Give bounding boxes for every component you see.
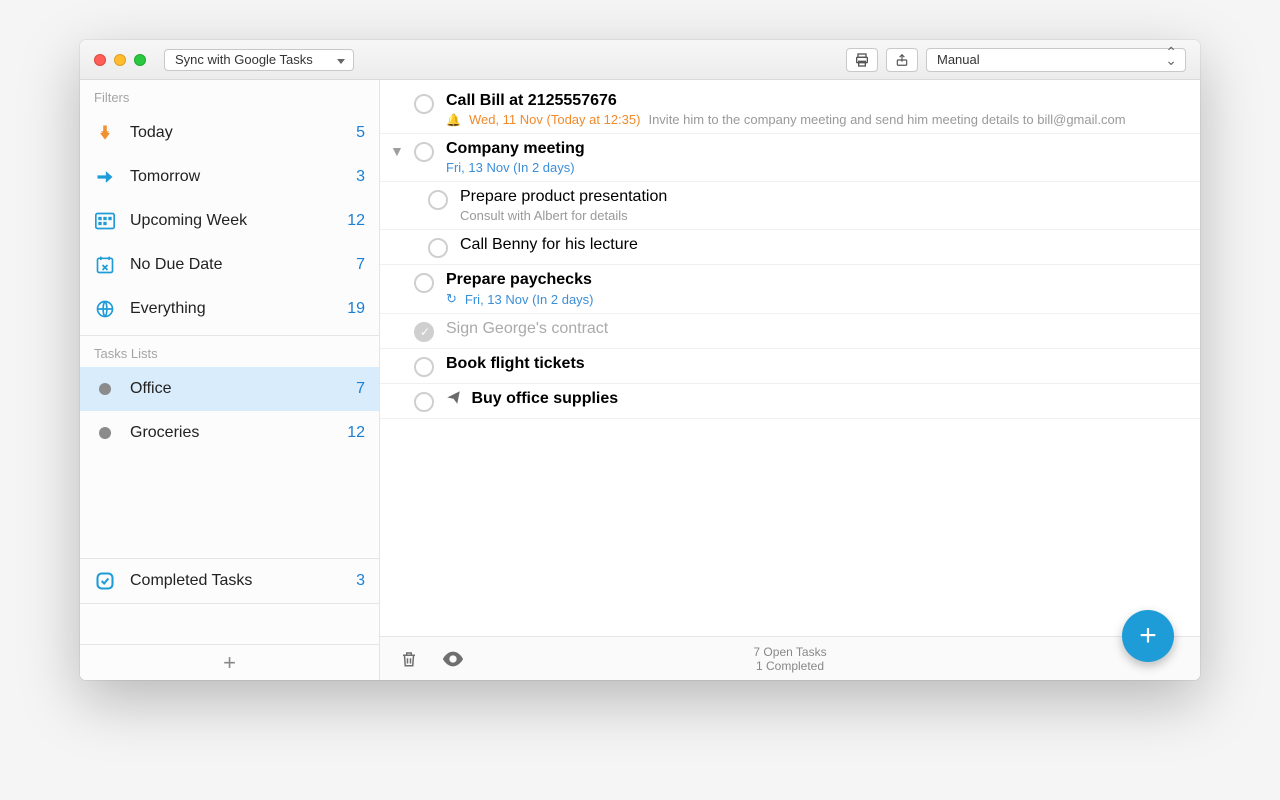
arrow-down-icon — [94, 122, 116, 144]
list-office[interactable]: Office 7 — [80, 367, 379, 411]
lists-header: Tasks Lists — [80, 336, 379, 367]
filter-today[interactable]: Today 5 — [80, 111, 379, 155]
bell-icon: 🔔 — [446, 113, 461, 127]
trash-icon — [400, 649, 418, 669]
task-checkbox[interactable] — [428, 190, 448, 210]
status-summary: 7 Open Tasks 1 Completed — [753, 645, 826, 673]
completed-count: 3 — [356, 572, 365, 590]
task-title: Prepare paychecks — [446, 271, 1184, 289]
subtask-row[interactable]: Prepare product presentation Consult wit… — [380, 182, 1200, 230]
filters-header: Filters — [80, 80, 379, 111]
sidebar: Filters Today 5 Tomorrow 3 Upcoming — [80, 80, 380, 680]
repeat-icon: ↻ — [446, 291, 457, 307]
filter-upcoming-week[interactable]: Upcoming Week 12 — [80, 199, 379, 243]
task-checkbox[interactable] — [414, 357, 434, 377]
filter-count: 3 — [356, 168, 365, 186]
list-count: 7 — [356, 380, 365, 398]
completed-tasks-count: 1 Completed — [753, 659, 826, 673]
calendar-x-icon — [94, 254, 116, 276]
subtask-row[interactable]: Call Benny for his lecture — [380, 230, 1200, 265]
task-date: Wed, 11 Nov (Today at 12:35) — [469, 112, 641, 127]
task-checkbox[interactable] — [414, 273, 434, 293]
task-title: Call Benny for his lecture — [460, 236, 1184, 254]
task-row[interactable]: ▼ Company meeting Fri, 13 Nov (In 2 days… — [380, 134, 1200, 182]
add-task-button[interactable]: + — [1122, 610, 1174, 662]
zoom-window-button[interactable] — [134, 54, 146, 66]
sync-dropdown-label: Sync with Google Tasks — [175, 52, 313, 67]
minimize-window-button[interactable] — [114, 54, 126, 66]
check-box-icon — [94, 570, 116, 592]
sort-dropdown[interactable]: Manual — [926, 48, 1186, 72]
filter-tomorrow[interactable]: Tomorrow 3 — [80, 155, 379, 199]
dot-icon — [94, 378, 116, 400]
add-list-button[interactable]: + — [80, 644, 379, 680]
filter-count: 19 — [347, 300, 365, 318]
open-tasks-count: 7 Open Tasks — [753, 645, 826, 659]
week-icon — [94, 210, 116, 232]
list-count: 12 — [347, 424, 365, 442]
printer-icon — [854, 52, 870, 68]
trash-button[interactable] — [400, 649, 418, 669]
globe-icon — [94, 298, 116, 320]
disclosure-icon[interactable]: ▼ — [390, 143, 408, 175]
filter-everything[interactable]: Everything 19 — [80, 287, 379, 331]
filter-label: Tomorrow — [130, 168, 200, 186]
filter-label: Upcoming Week — [130, 212, 247, 230]
task-note: Consult with Albert for details — [460, 208, 628, 223]
completed-label: Completed Tasks — [130, 572, 252, 590]
task-list: Call Bill at 2125557676 🔔 Wed, 11 Nov (T… — [380, 80, 1200, 636]
main-pane: Call Bill at 2125557676 🔔 Wed, 11 Nov (T… — [380, 80, 1200, 680]
plus-icon: + — [1139, 619, 1157, 653]
paper-plane-icon — [446, 390, 465, 407]
filter-count: 12 — [347, 212, 365, 230]
filter-label: Today — [130, 124, 173, 142]
task-checkbox[interactable] — [428, 238, 448, 258]
task-row[interactable]: Call Bill at 2125557676 🔔 Wed, 11 Nov (T… — [380, 86, 1200, 134]
task-title: Buy office supplies — [446, 390, 1184, 408]
share-button[interactable] — [886, 48, 918, 72]
sort-dropdown-label: Manual — [937, 52, 980, 67]
filter-count: 7 — [356, 256, 365, 274]
list-groceries[interactable]: Groceries 12 — [80, 411, 379, 455]
task-row[interactable]: Book flight tickets — [380, 349, 1200, 384]
app-window: Sync with Google Tasks Manual Filters To… — [80, 40, 1200, 680]
list-label: Groceries — [130, 424, 199, 442]
task-title: Company meeting — [446, 140, 1184, 158]
task-title: Prepare product presentation — [460, 188, 1184, 206]
task-checkbox[interactable] — [414, 94, 434, 114]
arrow-right-icon — [94, 166, 116, 188]
print-button[interactable] — [846, 48, 878, 72]
eye-icon — [442, 651, 464, 667]
list-label: Office — [130, 380, 172, 398]
task-checkbox[interactable] — [414, 392, 434, 412]
task-date: Fri, 13 Nov (In 2 days) — [446, 160, 575, 175]
task-date: Fri, 13 Nov (In 2 days) — [465, 292, 594, 307]
task-row[interactable]: Sign George's contract — [380, 314, 1200, 349]
task-title: Book flight tickets — [446, 355, 1184, 373]
sync-dropdown[interactable]: Sync with Google Tasks — [164, 49, 354, 71]
task-note: Invite him to the company meeting and se… — [648, 112, 1125, 127]
completed-tasks[interactable]: Completed Tasks 3 — [80, 559, 379, 603]
close-window-button[interactable] — [94, 54, 106, 66]
filter-count: 5 — [356, 124, 365, 142]
dot-icon — [94, 422, 116, 444]
task-checkbox[interactable] — [414, 322, 434, 342]
filter-label: Everything — [130, 300, 206, 318]
body: Filters Today 5 Tomorrow 3 Upcoming — [80, 80, 1200, 680]
window-controls — [94, 54, 146, 66]
task-row[interactable]: Buy office supplies — [380, 384, 1200, 419]
visibility-button[interactable] — [442, 651, 464, 667]
plus-icon: + — [223, 650, 236, 676]
titlebar: Sync with Google Tasks Manual — [80, 40, 1200, 80]
filter-label: No Due Date — [130, 256, 223, 274]
bottom-bar: 7 Open Tasks 1 Completed — [380, 636, 1200, 680]
task-checkbox[interactable] — [414, 142, 434, 162]
task-title: Call Bill at 2125557676 — [446, 92, 1184, 110]
filter-no-due-date[interactable]: No Due Date 7 — [80, 243, 379, 287]
share-icon — [895, 52, 909, 68]
task-title: Sign George's contract — [446, 320, 1184, 338]
task-row[interactable]: Prepare paychecks ↻ Fri, 13 Nov (In 2 da… — [380, 265, 1200, 314]
